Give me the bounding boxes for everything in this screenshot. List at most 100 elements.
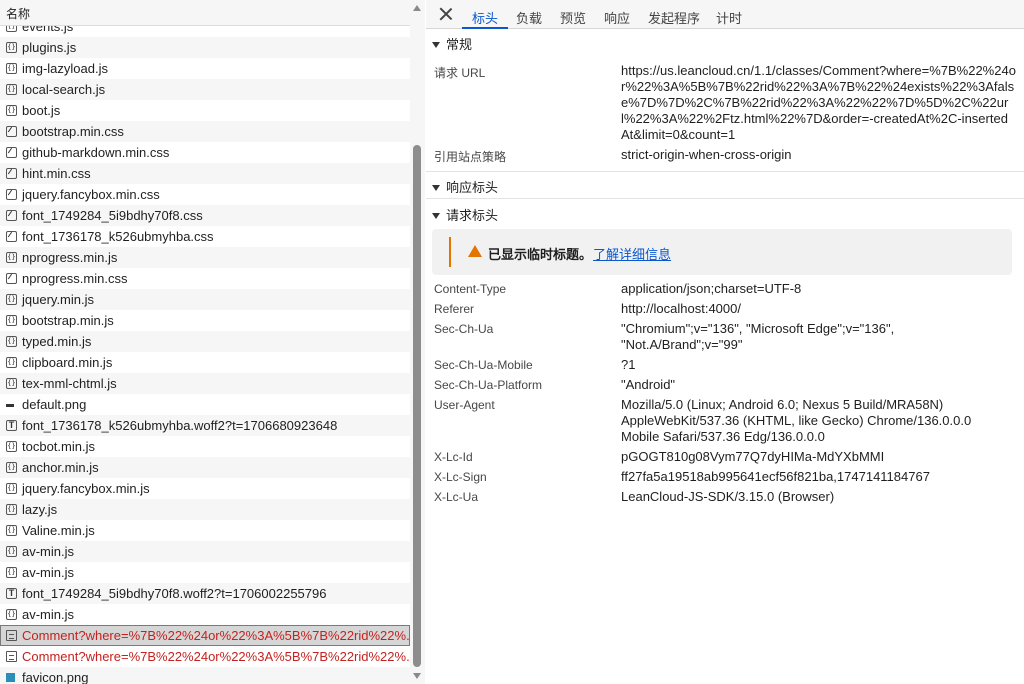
request-row[interactable]: Comment?where=%7B%22%24or%22%3A%5B%7B%22… <box>0 646 410 667</box>
request-row[interactable]: {} Valine.min.js <box>0 520 410 541</box>
script-file-icon: {} <box>6 504 17 515</box>
tab-preview[interactable]: 预览 <box>560 8 586 28</box>
script-file-icon: {} <box>6 26 17 32</box>
request-name: jquery.fancybox.min.css <box>22 187 160 202</box>
request-row[interactable]: {} nprogress.min.js <box>0 247 410 268</box>
request-url-value: https://us.leancloud.cn/1.1/classes/Comm… <box>621 63 1016 142</box>
script-file-icon: {} <box>6 567 17 578</box>
request-row[interactable]: {} anchor.min.js <box>0 457 410 478</box>
script-file-icon: {} <box>6 525 17 536</box>
font-file-icon: T <box>6 588 17 599</box>
scroll-up-arrow-icon[interactable] <box>413 5 421 11</box>
referrer-policy-value: strict-origin-when-cross-origin <box>621 147 792 162</box>
request-row[interactable]: {} events.js <box>0 26 410 37</box>
request-row[interactable]: {} lazy.js <box>0 499 410 520</box>
stylesheet-file-icon <box>6 126 17 137</box>
script-file-icon: {} <box>6 483 17 494</box>
stylesheet-file-icon <box>6 273 17 284</box>
request-header-value: Mozilla/5.0 (Linux; Android 6.0; Nexus 5… <box>621 397 972 444</box>
request-row[interactable]: {} bootstrap.min.js <box>0 310 410 331</box>
scroll-down-arrow-icon[interactable] <box>413 673 421 679</box>
request-row[interactable]: {} av-min.js <box>0 562 410 583</box>
request-header-name: Sec-Ch-Ua-Mobile <box>434 358 533 372</box>
request-row[interactable]: {} clipboard.min.js <box>0 352 410 373</box>
request-name: hint.min.css <box>22 166 91 181</box>
request-header-value: "Android" <box>621 377 676 392</box>
request-row[interactable]: {} tex-mml-chtml.js <box>0 373 410 394</box>
request-row[interactable]: {} local-search.js <box>0 79 410 100</box>
general-section-toggle[interactable]: 常规 <box>426 34 1024 53</box>
request-row[interactable]: font_1736178_k526ubmyhba.css <box>0 226 410 247</box>
request-header-name: Sec-Ch-Ua <box>434 322 494 336</box>
request-row[interactable]: jquery.fancybox.min.css <box>0 184 410 205</box>
request-header-name: X-Lc-Sign <box>434 470 487 484</box>
close-icon[interactable] <box>438 6 454 22</box>
request-name: nprogress.min.css <box>22 271 128 286</box>
request-list-panel: 名称 {} events.js {} plugins.js {} img-lazyload… <box>0 0 425 684</box>
request-row[interactable]: Tfont_1749284_5i9bdhy70f8.woff2?t=170600… <box>0 583 410 604</box>
request-name: Valine.min.js <box>22 523 95 538</box>
script-file-icon: {} <box>6 315 17 326</box>
request-name: font_1749284_5i9bdhy70f8.woff2?t=1706002… <box>22 586 327 601</box>
request-headers-title: 请求标头 <box>446 208 499 223</box>
request-row[interactable]: nprogress.min.css <box>0 268 410 289</box>
request-name: plugins.js <box>22 40 77 55</box>
request-row[interactable]: Comment?where=%7B%22%24or%22%3A%5B%7B%22… <box>0 625 410 646</box>
request-list[interactable]: {} events.js {} plugins.js {} img-lazyload.js… <box>0 26 410 684</box>
request-row[interactable]: {} jquery.min.js <box>0 289 410 310</box>
expand-triangle-icon <box>432 42 440 49</box>
request-row[interactable]: {} plugins.js <box>0 37 410 58</box>
request-headers-section-toggle[interactable]: 请求标头 <box>426 205 1024 224</box>
script-file-icon: {} <box>6 84 17 95</box>
script-file-icon: {} <box>6 294 17 305</box>
request-row[interactable]: {} img-lazyload.js <box>0 58 410 79</box>
request-row[interactable]: {} boot.js <box>0 100 410 121</box>
request-name: nprogress.min.js <box>22 250 118 265</box>
request-row[interactable]: {} av-min.js <box>0 541 410 562</box>
expand-triangle-icon <box>432 185 440 192</box>
request-name: img-lazyload.js <box>22 61 108 76</box>
script-file-icon: {} <box>6 252 17 263</box>
tab-initiator[interactable]: 发起程序 <box>648 8 700 28</box>
script-file-icon: {} <box>6 42 17 53</box>
script-file-icon: {} <box>6 462 17 473</box>
request-row[interactable]: Tfont_1736178_k526ubmyhba.woff2?t=170668… <box>0 415 410 436</box>
tab-response[interactable]: 响应 <box>604 8 630 28</box>
request-name: lazy.js <box>22 502 58 517</box>
tab-timing[interactable]: 计时 <box>716 8 742 28</box>
request-row[interactable]: {} typed.min.js <box>0 331 410 352</box>
section-divider <box>426 198 1024 199</box>
request-row[interactable]: default.png <box>0 394 410 415</box>
general-section-title: 常规 <box>446 37 473 52</box>
request-row[interactable]: github-markdown.min.css <box>0 142 410 163</box>
request-row[interactable]: favicon.png <box>0 667 410 684</box>
request-details-panel: 标头 负载 预览 响应 发起程序 计时 常规 请求 URL https://us… <box>426 0 1024 684</box>
request-header-name: X-Lc-Ua <box>434 490 479 504</box>
request-row[interactable]: bootstrap.min.css <box>0 121 410 142</box>
request-list-scrollbar[interactable] <box>410 0 425 684</box>
request-name: jquery.min.js <box>22 292 95 307</box>
request-header-name: Content-Type <box>434 282 507 296</box>
request-row[interactable]: font_1749284_5i9bdhy70f8.css <box>0 205 410 226</box>
request-row[interactable]: {} av-min.js <box>0 604 410 625</box>
request-header-value: LeanCloud-JS-SDK/3.15.0 (Browser) <box>621 489 835 504</box>
request-row[interactable]: {} jquery.fancybox.min.js <box>0 478 410 499</box>
script-file-icon: {} <box>6 609 17 620</box>
tab-payload[interactable]: 负载 <box>516 8 542 28</box>
request-header-value: ?1 <box>621 357 636 372</box>
request-name: av-min.js <box>22 565 75 580</box>
response-headers-section-toggle[interactable]: 响应标头 <box>426 177 1024 196</box>
scrollbar-thumb[interactable] <box>413 145 421 667</box>
image-file-icon <box>6 404 14 407</box>
request-name: tocbot.min.js <box>22 439 95 454</box>
request-row[interactable]: hint.min.css <box>0 163 410 184</box>
script-file-icon: {} <box>6 336 17 347</box>
name-column-header[interactable]: 名称 <box>0 0 410 26</box>
request-name: Comment?where=%7B%22%24or%22%3A%5B%7B%22… <box>22 628 410 643</box>
request-header-value: http://localhost:4000/ <box>621 301 741 316</box>
learn-more-link[interactable]: 了解详细信息 <box>593 244 671 263</box>
request-name: av-min.js <box>22 607 75 622</box>
tab-headers[interactable]: 标头 <box>461 8 509 29</box>
warning-icon <box>468 245 482 257</box>
request-row[interactable]: {} tocbot.min.js <box>0 436 410 457</box>
